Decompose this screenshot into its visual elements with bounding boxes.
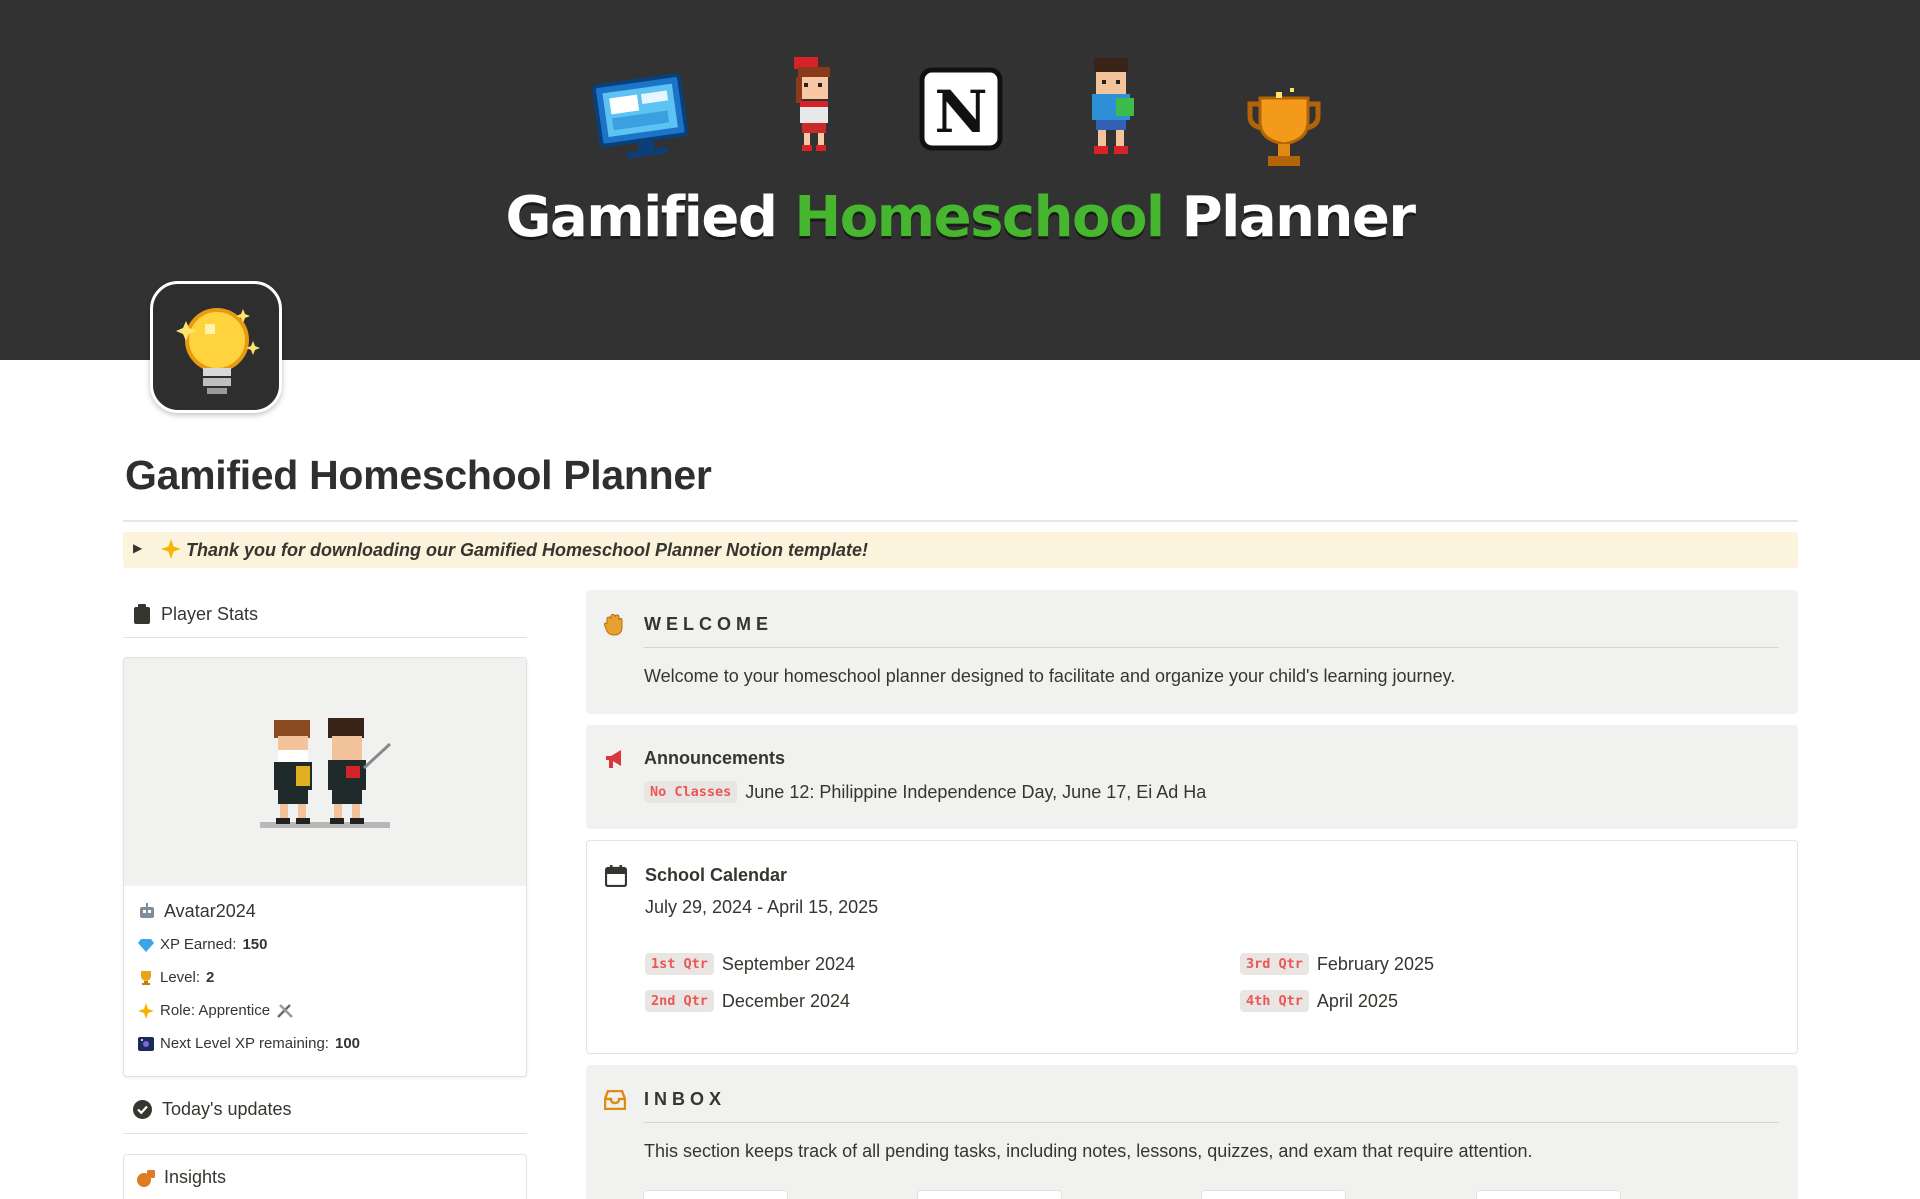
stat-level: Level: 2: [138, 961, 360, 994]
stat-value: 100: [334, 1035, 361, 1052]
inbox-heading: INBOX: [644, 1089, 727, 1109]
quarter-date: September 2024: [721, 954, 855, 974]
insights-heading: Insights: [136, 1167, 226, 1188]
avatar-characters-icon: [260, 718, 392, 828]
raised-hand-icon: [604, 614, 623, 636]
stat-value: 150: [242, 936, 268, 953]
announcements-heading: Announcements: [644, 748, 786, 768]
welcome-callout: WELCOME Welcome to your homeschool plann…: [586, 590, 1798, 714]
insights-card[interactable]: Insights: [123, 1154, 527, 1199]
notion-logo-icon: N: [919, 67, 1003, 151]
toggle-arrow-icon[interactable]: ▶: [133, 541, 142, 555]
announcements-callout: Announcements No Classes June 12: Philipp…: [586, 725, 1798, 829]
quarter-date: April 2025: [1316, 991, 1398, 1011]
inbox-card[interactable]: [1476, 1190, 1621, 1199]
inbox-card[interactable]: [643, 1190, 788, 1199]
school-calendar-block: School Calendar July 29, 2024 - April 15…: [586, 840, 1798, 1054]
announcement-item: No Classes June 12: Philippine Independen…: [644, 781, 1206, 803]
todays-updates-heading[interactable]: Today's updates: [133, 1094, 292, 1124]
cover-title-part: Planner: [1181, 185, 1416, 250]
page-title: Gamified Homeschool Planner: [125, 452, 712, 498]
avatar-image: [124, 658, 526, 886]
clipboard-icon: [134, 604, 150, 624]
star-icon: [138, 1002, 154, 1019]
page-icon[interactable]: [150, 281, 282, 413]
check-circle-icon: [133, 1099, 152, 1119]
girl-character-icon: [794, 57, 830, 151]
megaphone-icon: [606, 750, 621, 768]
gem-icon: [138, 938, 154, 952]
welcome-heading: WELCOME: [644, 614, 773, 634]
callout-text: Thank you for downloading our Gamified H…: [186, 540, 869, 560]
computer-monitor-icon: [592, 73, 689, 159]
thank-you-toggle[interactable]: ▶ Thank you for downloading our Gamified…: [123, 532, 1798, 568]
section-divider: [123, 1133, 527, 1134]
inbox-divider: [644, 1122, 1779, 1123]
cover-title-part: Gamified: [505, 185, 777, 250]
robot-icon: [140, 903, 154, 918]
trophy-icon: [1247, 88, 1321, 166]
quarter-tag: 3rd Qtr: [1240, 953, 1309, 975]
inbox-card[interactable]: [1201, 1190, 1346, 1199]
no-classes-tag: No Classes: [644, 781, 738, 803]
quarter-row: 1st Qtr September 2024: [645, 953, 855, 975]
stat-value: 2: [206, 969, 215, 986]
section-title: Insights: [164, 1167, 227, 1187]
trophy-icon: [141, 970, 151, 985]
quarter-tag: 4th Qtr: [1240, 990, 1309, 1012]
avatar-name: Avatar2024: [164, 900, 256, 921]
inbox-card[interactable]: [917, 1190, 1062, 1199]
avatar-details: Avatar2024 XP Earned: 150 Level: 2 Role:…: [138, 898, 360, 1060]
stat-label: XP Earned:: [160, 936, 237, 953]
inbox-tray-icon: [604, 1090, 626, 1110]
shapes-icon: [137, 1169, 155, 1187]
quarter-date: December 2024: [721, 991, 850, 1011]
calendar-icon: [605, 865, 627, 887]
quarter-row: 4th Qtr April 2025: [1240, 990, 1398, 1012]
stat-label: Role: Apprentice: [160, 1002, 271, 1019]
quarter-date: February 2025: [1316, 954, 1434, 974]
stat-label: Next Level XP remaining:: [160, 1035, 329, 1052]
avatar-card[interactable]: Avatar2024 XP Earned: 150 Level: 2 Role:…: [123, 657, 527, 1077]
boy-character-icon: [1092, 58, 1134, 154]
section-title: Today's updates: [162, 1098, 292, 1119]
quarter-tag: 2nd Qtr: [645, 990, 714, 1012]
lightbulb-icon: [176, 308, 260, 394]
quarter-row: 3rd Qtr February 2025: [1240, 953, 1434, 975]
section-divider: [123, 637, 527, 638]
section-title: Player Stats: [161, 603, 259, 624]
stat-next-level: Next Level XP remaining: 100: [138, 1027, 360, 1060]
cover-title-highlight: Homeschool: [794, 185, 1165, 250]
title-divider: [123, 520, 1798, 522]
quarter-row: 2nd Qtr December 2024: [645, 990, 850, 1012]
svg-text:N: N: [934, 78, 987, 146]
player-stats-heading[interactable]: Player Stats: [133, 599, 258, 629]
welcome-divider: [644, 647, 1779, 648]
announcement-text: June 12: Philippine Independence Day, Ju…: [745, 782, 1207, 802]
welcome-text: Welcome to your homeschool planner desig…: [644, 666, 1456, 686]
stat-xp: XP Earned: 150: [138, 928, 360, 961]
calendar-heading: School Calendar: [645, 865, 788, 885]
cover-banner: N Gamified Homeschool Planner: [0, 0, 1920, 360]
sparkle-icon: [161, 539, 181, 559]
galaxy-icon: [138, 1036, 154, 1051]
stat-label: Level:: [160, 969, 201, 986]
inbox-callout: INBOX This section keeps track of all pe…: [586, 1065, 1798, 1199]
inbox-text: This section keeps track of all pending …: [644, 1141, 1533, 1161]
stat-role: Role: Apprentice: [138, 994, 360, 1027]
avatar-name-row[interactable]: Avatar2024: [138, 898, 360, 924]
tools-icon: [277, 1003, 293, 1018]
cover-title: Gamified Homeschool Planner: [0, 185, 1920, 250]
calendar-range: July 29, 2024 - April 15, 2025: [645, 897, 879, 917]
quarter-tag: 1st Qtr: [645, 953, 714, 975]
